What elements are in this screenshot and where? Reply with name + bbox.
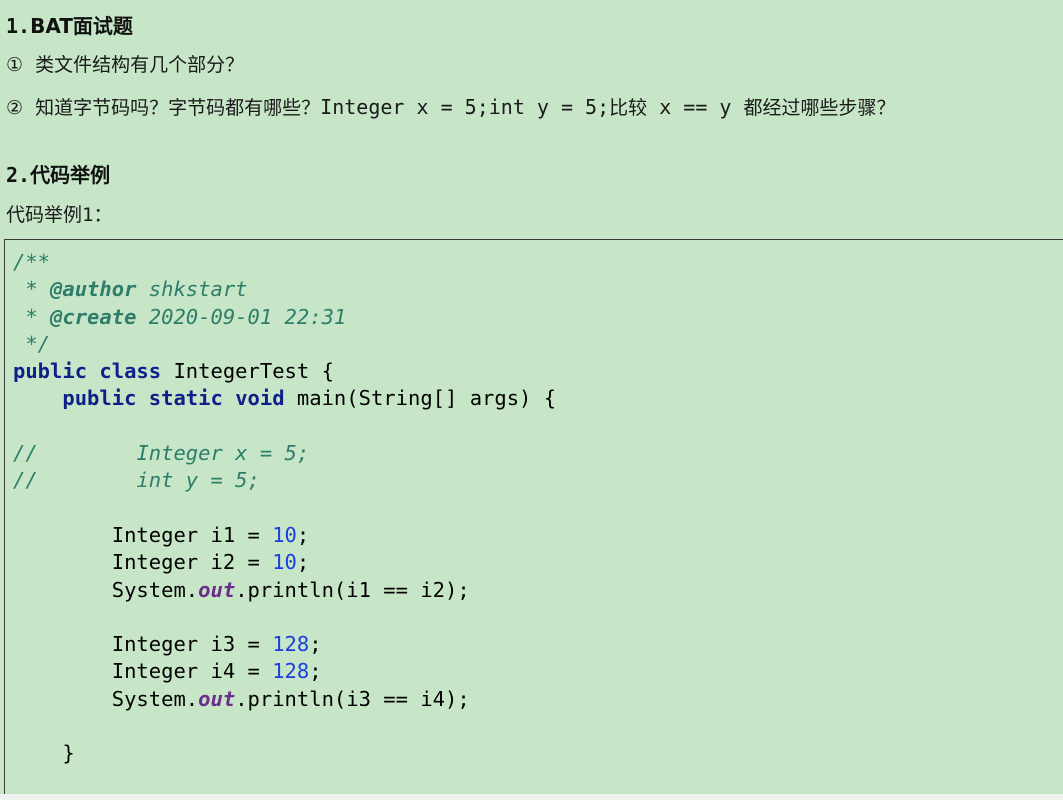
section-2-title: 代码举例: [30, 163, 111, 187]
section-2-number: 2.: [6, 163, 31, 187]
create-value: 2020-09-01 22:31: [136, 304, 347, 329]
section-1-title: BAT面试题: [30, 14, 133, 38]
out-field: out: [198, 577, 236, 602]
declare-i1: Integer i1 =: [111, 522, 273, 547]
keyword-class: class: [99, 359, 162, 384]
question-2-text-a: 知道字节码吗？字节码都有哪些？: [35, 97, 321, 119]
keyword-static: static: [148, 386, 223, 411]
author-value: shkstart: [136, 277, 248, 302]
closing-brace: }: [62, 741, 75, 766]
author-tag: @author: [50, 277, 137, 302]
println-compare-1: .println(i1 == i2);: [235, 577, 470, 602]
main-signature: main(String[] args) {: [284, 386, 557, 411]
question-1: ① 类文件结构有几个部分？: [6, 52, 244, 78]
declare-i4: Integer i4 =: [111, 659, 273, 684]
javadoc-close: */: [13, 331, 51, 356]
question-1-marker: ①: [6, 54, 24, 76]
keyword-public: public: [13, 359, 88, 384]
question-2-code-b: x == y: [647, 95, 744, 119]
question-2-marker: ②: [6, 97, 24, 119]
javadoc-star: *: [13, 277, 51, 302]
semicolon: ;: [309, 632, 322, 657]
system-prefix: System.: [111, 686, 199, 711]
value-10: 10: [272, 550, 297, 575]
section-1-heading: 1.BAT面试题: [6, 13, 133, 39]
comment-slashes: //: [13, 441, 38, 466]
keyword-public: public: [62, 386, 137, 411]
declare-i2: Integer i2 =: [111, 550, 273, 575]
create-tag: @create: [50, 304, 137, 329]
document-page: 1.BAT面试题 ① 类文件结构有几个部分？ ② 知道字节码吗？字节码都有哪些？…: [0, 0, 1063, 794]
println-compare-2: .println(i3 == i4);: [235, 686, 470, 711]
code-block: /** * @author shkstart * @create 2020-09…: [4, 239, 1063, 794]
semicolon: ;: [296, 550, 310, 575]
question-1-text: 类文件结构有几个部分？: [35, 54, 245, 76]
keyword-void: void: [235, 386, 285, 411]
javadoc-open: /**: [13, 250, 51, 274]
comment-slashes: //: [13, 468, 38, 493]
semicolon: ;: [309, 659, 322, 684]
declare-i3: Integer i3 =: [111, 632, 273, 657]
value-128: 128: [272, 632, 310, 657]
value-128: 128: [272, 659, 310, 684]
system-prefix: System.: [111, 577, 199, 602]
example-label: 代码举例1：: [6, 202, 112, 228]
value-10: 10: [272, 522, 297, 547]
question-2-text-b: 比较: [609, 97, 648, 119]
code-listing: /** * @author shkstart * @create 2020-09…: [13, 249, 556, 768]
class-name: IntegerTest {: [161, 359, 334, 384]
out-field: out: [198, 686, 236, 711]
semicolon: ;: [296, 522, 310, 547]
section-2-heading: 2.代码举例: [6, 162, 110, 188]
section-1-number: 1.: [6, 14, 31, 38]
question-2-text-c: 都经过哪些步骤？: [743, 97, 896, 119]
example-label-number: 1: [82, 204, 94, 226]
comment-line-1: Integer x = 5;: [136, 441, 310, 466]
javadoc-star: *: [13, 304, 51, 329]
example-label-colon: ：: [93, 204, 113, 226]
comment-line-2: int y = 5;: [136, 468, 260, 493]
question-2: ② 知道字节码吗？字节码都有哪些？Integer x = 5;int y = 5…: [6, 94, 896, 121]
example-label-text: 代码举例: [6, 204, 83, 226]
question-2-code-a: Integer x = 5;int y = 5;: [320, 95, 610, 119]
